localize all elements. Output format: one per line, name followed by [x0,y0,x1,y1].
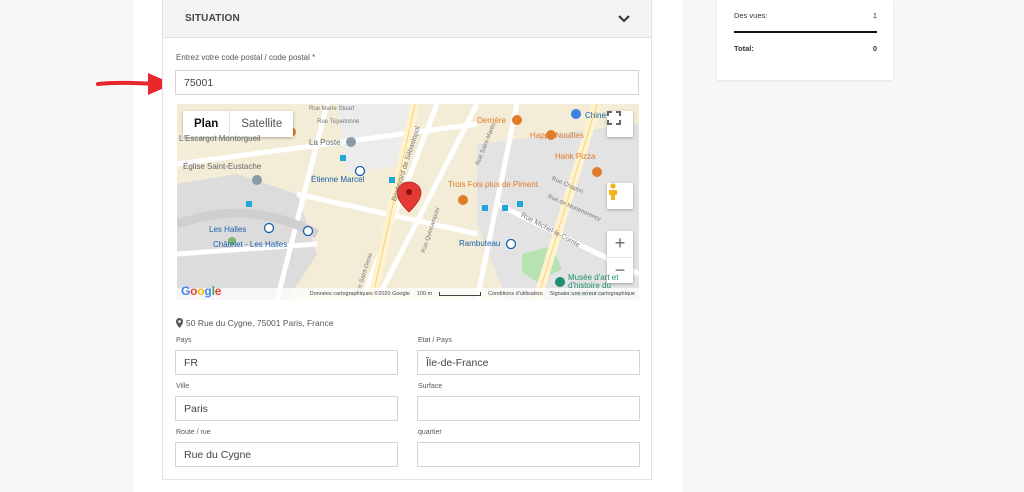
map-label: Rambuteau [459,239,501,248]
map-label: Église Saint-Eustache [183,162,262,171]
map-label: Châtelet - Les Halles [213,240,288,249]
map-scale-bar [439,292,482,296]
total-row: Total: 0 [734,44,877,53]
map-pin-icon [176,318,183,328]
map-report-link[interactable]: Signaler une erreur cartographique [550,291,635,297]
etat-label: Etat / Pays [418,337,452,344]
zoom-in-icon[interactable]: + [607,231,633,258]
map-label: L'Escargot Montorgueil [179,134,261,143]
map-terms-link[interactable]: Conditions d'utilisation [488,291,543,297]
map-footer: Données cartographiques ©2020 Google 100… [177,288,639,300]
postal-code-label: Entrez votre code postal / code postal * [176,53,316,62]
stats-box: Des vues: 1 Total: 0 [717,0,893,80]
total-label: Total: [734,44,754,53]
map-data-credit: Données cartographiques ©2020 Google [309,291,410,297]
views-label: Des vues: [734,11,768,20]
address-text: 50 Rue du Cygne, 75001 Paris, France [186,318,334,328]
chevron-down-icon[interactable] [617,12,631,26]
map-label: Trois Fois plus de Piment [448,180,538,189]
fullscreen-icon[interactable] [607,111,633,137]
ville-input[interactable]: Paris [175,396,398,421]
divider [734,31,877,33]
route-label: Route / rue [176,429,211,436]
map-label: Étienne Marcel [311,175,365,184]
situation-header[interactable]: SITUATION [163,0,651,38]
postal-code-input[interactable]: 75001 [175,70,639,95]
map-label: La Poste [309,138,341,147]
map-scale: 100 m [416,291,433,297]
situation-panel: SITUATION Entrez votre code postal / cod… [162,0,652,480]
map-label: Les Halles [209,225,247,234]
views-row: Des vues: 1 [734,11,877,20]
map-view[interactable]: Plan Satellite + − Rue Marie Stuart Rue … [177,104,639,300]
street-view-pegman-icon[interactable] [607,183,633,209]
map-label: Happy Nouilles [530,131,584,140]
map-label: Chine [585,111,606,120]
surface-label: Surface [418,383,443,390]
pays-input[interactable]: FR [175,350,398,375]
etat-input[interactable]: Île-de-France [417,350,640,375]
total-value: 0 [872,44,877,53]
quartier-input[interactable] [417,442,640,467]
views-value: 1 [872,11,877,20]
pays-label: Pays [176,337,192,344]
surface-input[interactable] [417,396,640,421]
map-label: Hank Pizza [555,152,596,161]
quartier-label: quartier [418,429,442,436]
map-label: Rue Tiquetonne [317,119,360,125]
route-input[interactable]: Rue du Cygne [175,442,398,467]
ville-label: Ville [176,383,190,390]
situation-title: SITUATION [185,13,240,24]
google-logo: Google [181,284,222,298]
map-label: Rue Marie Stuart [309,106,355,112]
address-line: 50 Rue du Cygne, 75001 Paris, France [176,318,333,328]
